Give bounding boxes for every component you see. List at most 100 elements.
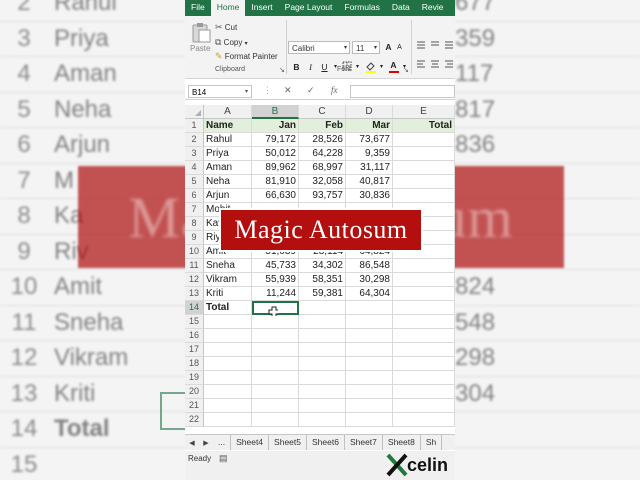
grid-cell[interactable] <box>393 301 455 315</box>
grid-cell[interactable] <box>299 301 346 315</box>
row-header[interactable]: 2 <box>185 133 204 147</box>
grid-cell[interactable] <box>393 385 455 399</box>
grid-cell[interactable] <box>299 329 346 343</box>
grid-cell[interactable] <box>346 329 393 343</box>
fill-color-button[interactable] <box>365 61 376 73</box>
row-header[interactable]: 13 <box>185 287 204 301</box>
grid-cell[interactable]: 30,836 <box>346 189 393 203</box>
grid-cell[interactable]: 64,228 <box>299 147 346 161</box>
grid-cell[interactable] <box>393 357 455 371</box>
grid-cell[interactable] <box>299 343 346 357</box>
column-header-c[interactable]: C <box>299 105 346 119</box>
chevron-down-icon[interactable]: ▾ <box>376 61 387 73</box>
row-header[interactable]: 3 <box>185 147 204 161</box>
sheet-tab[interactable]: Sh <box>421 435 443 450</box>
name-box[interactable]: B14 ▾ <box>188 85 252 98</box>
sheet-tab[interactable]: Sheet7 <box>345 435 383 450</box>
row-header[interactable]: 7 <box>185 203 204 217</box>
grid-cell[interactable]: Name <box>204 119 252 133</box>
grid-cell[interactable]: 32,058 <box>299 175 346 189</box>
grid-cell[interactable]: 28,526 <box>299 133 346 147</box>
grid-cell[interactable]: 73,677 <box>346 133 393 147</box>
grid-cell[interactable]: 9,359 <box>346 147 393 161</box>
grid-cell[interactable] <box>393 175 455 189</box>
grid-cell[interactable]: 79,172 <box>252 133 299 147</box>
tab-scroll-right-icon[interactable]: ▶ <box>199 439 213 447</box>
grid-cell[interactable]: Neha <box>204 175 252 189</box>
grid-cell[interactable] <box>393 329 455 343</box>
cut-button[interactable]: ✂ Cut <box>215 22 237 33</box>
grid-cell[interactable]: Total <box>393 119 455 133</box>
row-header[interactable]: 22 <box>185 413 204 427</box>
grid-cell[interactable]: Rahul <box>204 133 252 147</box>
chevron-down-icon[interactable]: ▾ <box>352 61 363 73</box>
grid-cell[interactable] <box>252 357 299 371</box>
grid-cell[interactable]: 55,939 <box>252 273 299 287</box>
paste-button[interactable] <box>190 22 212 46</box>
grid-cell[interactable] <box>299 357 346 371</box>
grid-cell[interactable]: 40,817 <box>346 175 393 189</box>
grid-cell[interactable] <box>299 315 346 329</box>
accessibility-icon[interactable]: ▤ <box>219 453 228 464</box>
grid-cell[interactable] <box>346 413 393 427</box>
grid-cell[interactable]: 34,302 <box>299 259 346 273</box>
row-header[interactable]: 14 <box>185 301 204 315</box>
grid-cell[interactable] <box>204 329 252 343</box>
row-header[interactable]: 5 <box>185 175 204 189</box>
grid-cell[interactable]: 58,351 <box>299 273 346 287</box>
alignment-icons[interactable] <box>415 40 455 70</box>
sheet-tab[interactable]: Sheet4 <box>231 435 270 450</box>
grid-cell[interactable]: 64,304 <box>346 287 393 301</box>
grid-cell[interactable] <box>252 329 299 343</box>
row-header[interactable]: 18 <box>185 357 204 371</box>
grid-cell[interactable] <box>346 315 393 329</box>
grid-cell[interactable] <box>346 357 393 371</box>
row-header[interactable]: 20 <box>185 385 204 399</box>
bold-button[interactable]: B <box>291 61 302 73</box>
grow-font-button[interactable]: A <box>383 41 394 53</box>
grid-cell[interactable]: Feb <box>299 119 346 133</box>
grid-cell[interactable]: Mar <box>346 119 393 133</box>
grid-cell[interactable]: Priya <box>204 147 252 161</box>
grid-cell[interactable] <box>252 343 299 357</box>
grid-cell[interactable] <box>346 385 393 399</box>
grid-cell[interactable] <box>299 413 346 427</box>
grid-cell[interactable] <box>299 399 346 413</box>
grid-cell[interactable]: Vikram <box>204 273 252 287</box>
dialog-launcher-icon[interactable]: ↘ <box>403 66 409 74</box>
row-header[interactable]: 17 <box>185 343 204 357</box>
row-header[interactable]: 11 <box>185 259 204 273</box>
insert-function-icon[interactable]: fx <box>331 85 338 95</box>
grid-cell[interactable]: Kriti <box>204 287 252 301</box>
grid-cell[interactable] <box>393 399 455 413</box>
sheet-tab[interactable]: Sheet8 <box>383 435 421 450</box>
grid-cell[interactable]: Aman <box>204 161 252 175</box>
sheet-tab-more[interactable]: ... <box>213 435 232 450</box>
grid-cell[interactable] <box>252 399 299 413</box>
sheet-tab[interactable]: Sheet6 <box>307 435 345 450</box>
grid-cell[interactable] <box>393 147 455 161</box>
copy-button[interactable]: ⧉ Copy ▾ <box>215 37 248 48</box>
grid-cell[interactable]: 81,910 <box>252 175 299 189</box>
formula-input[interactable] <box>350 85 455 98</box>
grid-cell[interactable] <box>393 161 455 175</box>
format-painter-button[interactable]: ✎ Format Painter <box>215 51 278 62</box>
grid-cell[interactable]: 31,117 <box>346 161 393 175</box>
grid-cell[interactable]: 93,757 <box>299 189 346 203</box>
row-header[interactable]: 21 <box>185 399 204 413</box>
row-header[interactable]: 8 <box>185 217 204 231</box>
grid-cell[interactable]: 89,962 <box>252 161 299 175</box>
shrink-font-button[interactable]: A <box>394 42 405 54</box>
row-header[interactable]: 1 <box>185 119 204 133</box>
row-header[interactable]: 10 <box>185 245 204 259</box>
grid-cell[interactable]: 30,298 <box>346 273 393 287</box>
grid-cell[interactable]: 86,548 <box>346 259 393 273</box>
tab-scroll-left-icon[interactable]: ◀ <box>185 439 199 447</box>
grid-cell[interactable]: 45,733 <box>252 259 299 273</box>
grid-cell[interactable] <box>204 413 252 427</box>
dialog-launcher-icon[interactable]: ↘ <box>279 66 285 74</box>
tab-formulas[interactable]: Formulas <box>338 0 385 16</box>
grid-cell[interactable] <box>252 371 299 385</box>
grid-cell[interactable]: 11,244 <box>252 287 299 301</box>
grid-cell[interactable] <box>204 371 252 385</box>
